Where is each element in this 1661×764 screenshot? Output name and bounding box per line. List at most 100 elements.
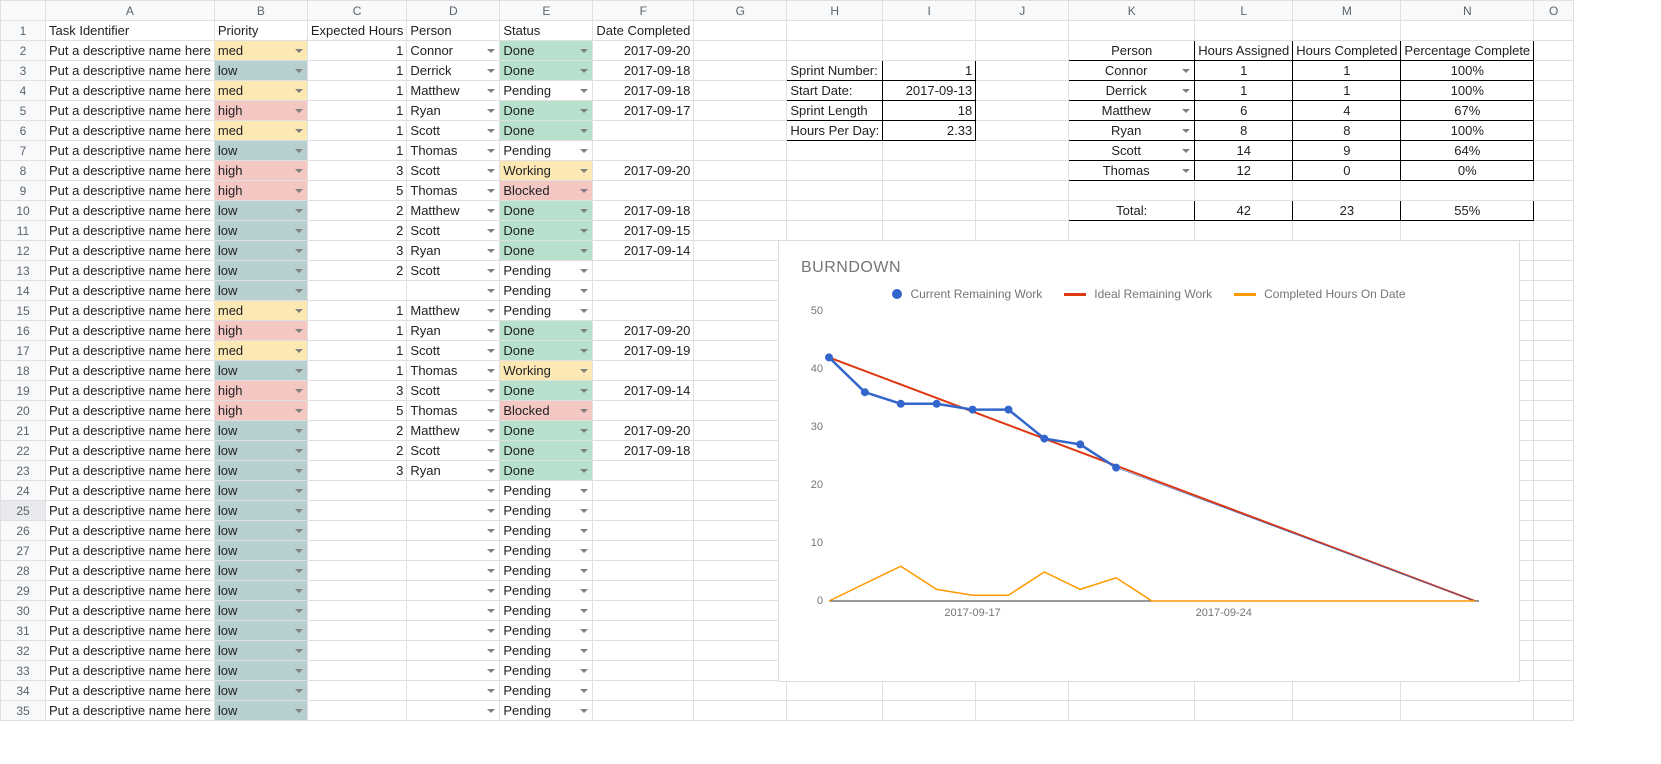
cell-O7[interactable] xyxy=(1534,141,1574,161)
cell-M11[interactable] xyxy=(1293,221,1401,241)
row-header-26[interactable]: 26 xyxy=(1,521,46,541)
row-header-3[interactable]: 3 xyxy=(1,61,46,81)
cell-O32[interactable] xyxy=(1534,641,1574,661)
cell-E21[interactable]: Done xyxy=(500,421,593,441)
cell-I1[interactable] xyxy=(883,21,976,41)
cell-I8[interactable] xyxy=(883,161,976,181)
cell-A15[interactable]: Put a descriptive name here xyxy=(46,301,215,321)
cell-G19[interactable] xyxy=(694,381,787,401)
cell-O15[interactable] xyxy=(1534,301,1574,321)
cell-K11[interactable] xyxy=(1069,221,1195,241)
col-header-I[interactable]: I xyxy=(883,1,976,21)
row-header-25[interactable]: 25 xyxy=(1,501,46,521)
cell-L6[interactable]: 8 xyxy=(1195,121,1293,141)
cell-C24[interactable] xyxy=(307,481,407,501)
cell-B34[interactable]: low xyxy=(214,681,307,701)
cell-E27[interactable]: Pending xyxy=(500,541,593,561)
cell-D20[interactable]: Thomas xyxy=(407,401,500,421)
cell-A3[interactable]: Put a descriptive name here xyxy=(46,61,215,81)
cell-J10[interactable] xyxy=(976,201,1069,221)
cell-B13[interactable]: low xyxy=(214,261,307,281)
cell-O27[interactable] xyxy=(1534,541,1574,561)
cell-E3[interactable]: Done xyxy=(500,61,593,81)
cell-G26[interactable] xyxy=(694,521,787,541)
cell-L3[interactable]: 1 xyxy=(1195,61,1293,81)
cell-B20[interactable]: high xyxy=(214,401,307,421)
cell-E17[interactable]: Done xyxy=(500,341,593,361)
cell-G8[interactable] xyxy=(694,161,787,181)
cell-G32[interactable] xyxy=(694,641,787,661)
cell-H11[interactable] xyxy=(787,221,883,241)
cell-A11[interactable]: Put a descriptive name here xyxy=(46,221,215,241)
cell-B28[interactable]: low xyxy=(214,561,307,581)
cell-H2[interactable] xyxy=(787,41,883,61)
cell-D28[interactable] xyxy=(407,561,500,581)
cell-F22[interactable]: 2017-09-18 xyxy=(593,441,694,461)
cell-B10[interactable]: low xyxy=(214,201,307,221)
cell-O35[interactable] xyxy=(1534,701,1574,721)
cell-F4[interactable]: 2017-09-18 xyxy=(593,81,694,101)
cell-M1[interactable] xyxy=(1293,21,1401,41)
cell-G7[interactable] xyxy=(694,141,787,161)
cell-C23[interactable]: 3 xyxy=(307,461,407,481)
col-header-B[interactable]: B xyxy=(214,1,307,21)
cell-L2[interactable]: Hours Assigned xyxy=(1195,41,1293,61)
cell-C31[interactable] xyxy=(307,621,407,641)
cell-G14[interactable] xyxy=(694,281,787,301)
cell-A30[interactable]: Put a descriptive name here xyxy=(46,601,215,621)
cell-O12[interactable] xyxy=(1534,241,1574,261)
row-header-1[interactable]: 1 xyxy=(1,21,46,41)
row-header-30[interactable]: 30 xyxy=(1,601,46,621)
cell-G24[interactable] xyxy=(694,481,787,501)
cell-L10[interactable]: 42 xyxy=(1195,201,1293,221)
cell-G18[interactable] xyxy=(694,361,787,381)
cell-I2[interactable] xyxy=(883,41,976,61)
cell-F26[interactable] xyxy=(593,521,694,541)
row-header-15[interactable]: 15 xyxy=(1,301,46,321)
cell-J1[interactable] xyxy=(976,21,1069,41)
cell-O24[interactable] xyxy=(1534,481,1574,501)
cell-I34[interactable] xyxy=(883,681,976,701)
cell-I6[interactable]: 2.33 xyxy=(883,121,976,141)
cell-C7[interactable]: 1 xyxy=(307,141,407,161)
cell-F7[interactable] xyxy=(593,141,694,161)
cell-L8[interactable]: 12 xyxy=(1195,161,1293,181)
cell-E25[interactable]: Pending xyxy=(500,501,593,521)
cell-G16[interactable] xyxy=(694,321,787,341)
cell-M6[interactable]: 8 xyxy=(1293,121,1401,141)
cell-B14[interactable]: low xyxy=(214,281,307,301)
row-header-11[interactable]: 11 xyxy=(1,221,46,241)
cell-E8[interactable]: Working xyxy=(500,161,593,181)
cell-A16[interactable]: Put a descriptive name here xyxy=(46,321,215,341)
cell-A28[interactable]: Put a descriptive name here xyxy=(46,561,215,581)
cell-F18[interactable] xyxy=(593,361,694,381)
col-header-N[interactable]: N xyxy=(1401,1,1534,21)
cell-F8[interactable]: 2017-09-20 xyxy=(593,161,694,181)
row-header-18[interactable]: 18 xyxy=(1,361,46,381)
cell-I11[interactable] xyxy=(883,221,976,241)
cell-C20[interactable]: 5 xyxy=(307,401,407,421)
cell-H10[interactable] xyxy=(787,201,883,221)
row-header-14[interactable]: 14 xyxy=(1,281,46,301)
cell-C8[interactable]: 3 xyxy=(307,161,407,181)
row-header-12[interactable]: 12 xyxy=(1,241,46,261)
cell-C12[interactable]: 3 xyxy=(307,241,407,261)
cell-N35[interactable] xyxy=(1401,701,1534,721)
row-header-21[interactable]: 21 xyxy=(1,421,46,441)
cell-G12[interactable] xyxy=(694,241,787,261)
cell-D18[interactable]: Thomas xyxy=(407,361,500,381)
cell-C25[interactable] xyxy=(307,501,407,521)
cell-F2[interactable]: 2017-09-20 xyxy=(593,41,694,61)
cell-N4[interactable]: 100% xyxy=(1401,81,1534,101)
cell-A32[interactable]: Put a descriptive name here xyxy=(46,641,215,661)
cell-N2[interactable]: Percentage Complete xyxy=(1401,41,1534,61)
cell-E14[interactable]: Pending xyxy=(500,281,593,301)
cell-O31[interactable] xyxy=(1534,621,1574,641)
cell-D26[interactable] xyxy=(407,521,500,541)
cell-D19[interactable]: Scott xyxy=(407,381,500,401)
cell-A19[interactable]: Put a descriptive name here xyxy=(46,381,215,401)
cell-J34[interactable] xyxy=(976,681,1069,701)
cell-B29[interactable]: low xyxy=(214,581,307,601)
cell-H3[interactable]: Sprint Number: xyxy=(787,61,883,81)
cell-O29[interactable] xyxy=(1534,581,1574,601)
